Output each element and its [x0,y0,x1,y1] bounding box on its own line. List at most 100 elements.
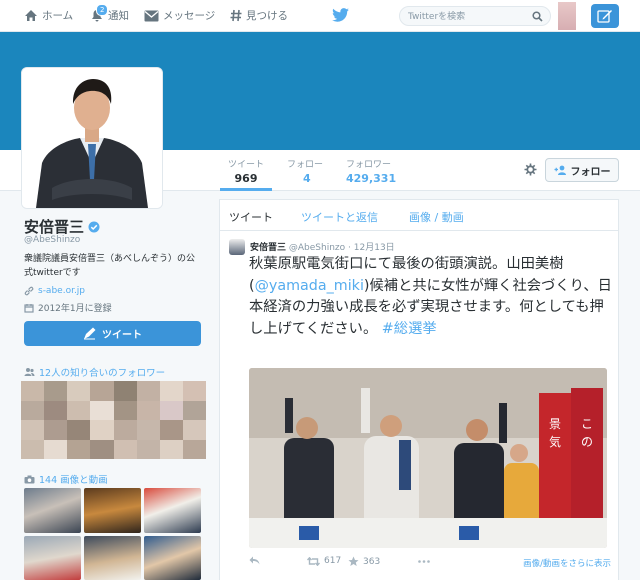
photos-videos-grid [24,488,201,580]
friend-avatar[interactable] [182,381,206,401]
friend-avatar[interactable] [67,400,91,420]
friend-avatar[interactable] [44,400,68,420]
photos-videos-header[interactable]: 144 画像と動画 [24,472,108,486]
compose-icon [597,10,612,23]
calendar-icon [24,303,34,313]
profile-join-text: 2012年1月に登録 [38,304,112,314]
tweet-text: 秋葉原駅電気街口にて最後の街頭演説。山田美樹(@yamada_miki)候補と共… [249,254,613,340]
profile-avatar[interactable] [21,67,163,209]
friend-avatar[interactable] [113,381,137,401]
retweet-icon [307,556,320,566]
friend-avatar[interactable] [182,439,206,459]
friend-avatar[interactable] [67,439,91,459]
profile-screen-name[interactable]: @AbeShinzo [24,235,80,245]
more-icon [418,560,430,563]
friend-avatar[interactable] [21,439,45,459]
tweet-to-user-button[interactable]: ツイート [24,321,201,346]
friend-avatar[interactable] [136,420,160,440]
stat-tweets[interactable]: ツイート 969 [220,157,272,191]
svg-text:景: 景 [549,417,561,431]
friend-avatar[interactable] [113,439,137,459]
gear-icon [524,163,537,176]
tab-photos-videos[interactable]: 画像 / 動画 [409,209,464,225]
tab-tweets[interactable]: ツイート [229,209,273,225]
follow-button[interactable]: フォロー [545,158,619,182]
friend-avatar[interactable] [44,439,68,459]
reply-action[interactable] [249,556,260,565]
user-actions-menu[interactable] [524,163,537,179]
tweet-author-name[interactable]: 安倍晋三 [250,243,286,253]
friend-avatar[interactable] [136,381,160,401]
favorite-action[interactable]: 363 [348,556,380,567]
tab-tweets-and-replies[interactable]: ツイートと返信 [301,209,378,225]
friend-avatar[interactable] [182,400,206,420]
nav-home[interactable]: ホーム [24,8,73,23]
retweet-action[interactable]: 617 [307,556,341,566]
view-more-media-link[interactable]: 画像/動画をさらに表示 [523,557,611,569]
timeline-tabs: ツイート ツイートと返信 画像 / 動画 [220,200,618,231]
stat-followers-value: 429,331 [346,172,397,185]
media-thumbnail[interactable] [24,488,81,533]
nav-discover[interactable]: 見つける [230,8,288,23]
stat-following[interactable]: フォロー 4 [287,157,323,185]
media-thumbnail[interactable] [144,488,201,533]
friend-avatar[interactable] [113,420,137,440]
stat-followers[interactable]: フォロワー 429,331 [346,157,396,185]
more-action[interactable] [418,560,430,563]
search-input[interactable] [408,10,528,23]
tweet-timestamp[interactable]: 12月13日 [354,243,395,253]
mail-icon [144,10,159,21]
friend-avatar[interactable] [21,381,45,401]
friend-avatar[interactable] [44,420,68,440]
people-icon [24,368,35,376]
twitter-logo[interactable] [332,8,349,25]
friend-avatar[interactable] [67,381,91,401]
tweet-mention[interactable]: @yamada_miki [255,278,364,294]
compose-tweet-button[interactable] [591,4,619,28]
friend-avatar[interactable] [159,381,183,401]
stat-following-value: 4 [303,172,311,185]
camera-icon [24,475,35,483]
tweet-photo[interactable]: 景 気 こ の [249,368,607,548]
search-icon[interactable] [532,11,543,22]
nav-messages-label: メッセージ [163,10,216,22]
friend-avatar[interactable] [90,400,114,420]
media-thumbnail[interactable] [24,535,81,580]
profile-name-text: 安倍晋三 [24,218,85,236]
tweet-author-handle[interactable]: @AbeShinzo [289,243,345,253]
svg-text:気: 気 [549,434,561,449]
friend-avatar[interactable] [159,420,183,440]
home-icon [25,10,37,21]
user-avatar[interactable] [558,2,576,30]
friend-avatar[interactable] [44,381,68,401]
media-thumbnail[interactable] [144,535,201,580]
friend-avatar[interactable] [182,420,206,440]
svg-text:こ: こ [581,417,593,431]
friend-avatar[interactable] [67,420,91,440]
profile-join-date: 2012年1月に登録 [24,301,112,314]
followers-you-know-header[interactable]: 12人の知り合いのフォロワー [24,365,165,379]
friend-avatar[interactable] [136,439,160,459]
stat-following-label: フォロー [287,160,324,170]
tweet-avatar[interactable] [229,239,245,255]
friend-avatar[interactable] [159,439,183,459]
friend-avatar[interactable] [21,400,45,420]
friend-avatar[interactable] [90,439,114,459]
top-navigation: ホーム 2 通知 メッセージ 見つける [0,0,640,32]
friend-avatar[interactable] [159,400,183,420]
friend-avatar[interactable] [21,420,45,440]
friend-avatar[interactable] [113,400,137,420]
tweet-hashtag[interactable]: #総選挙 [382,321,437,337]
quill-icon [84,327,96,340]
nav-messages[interactable]: メッセージ [144,8,215,23]
friend-avatar[interactable] [90,381,114,401]
star-icon [348,556,359,566]
nav-notifications[interactable]: 2 通知 [90,4,129,23]
profile-url[interactable]: s-abe.or.jp [24,286,85,296]
friend-avatar[interactable] [90,420,114,440]
follow-button-label: フォロー [570,166,611,178]
friend-avatar[interactable] [136,400,160,420]
profile-url-text: s-abe.or.jp [38,286,86,296]
media-thumbnail[interactable] [84,488,141,533]
media-thumbnail[interactable] [84,535,141,580]
